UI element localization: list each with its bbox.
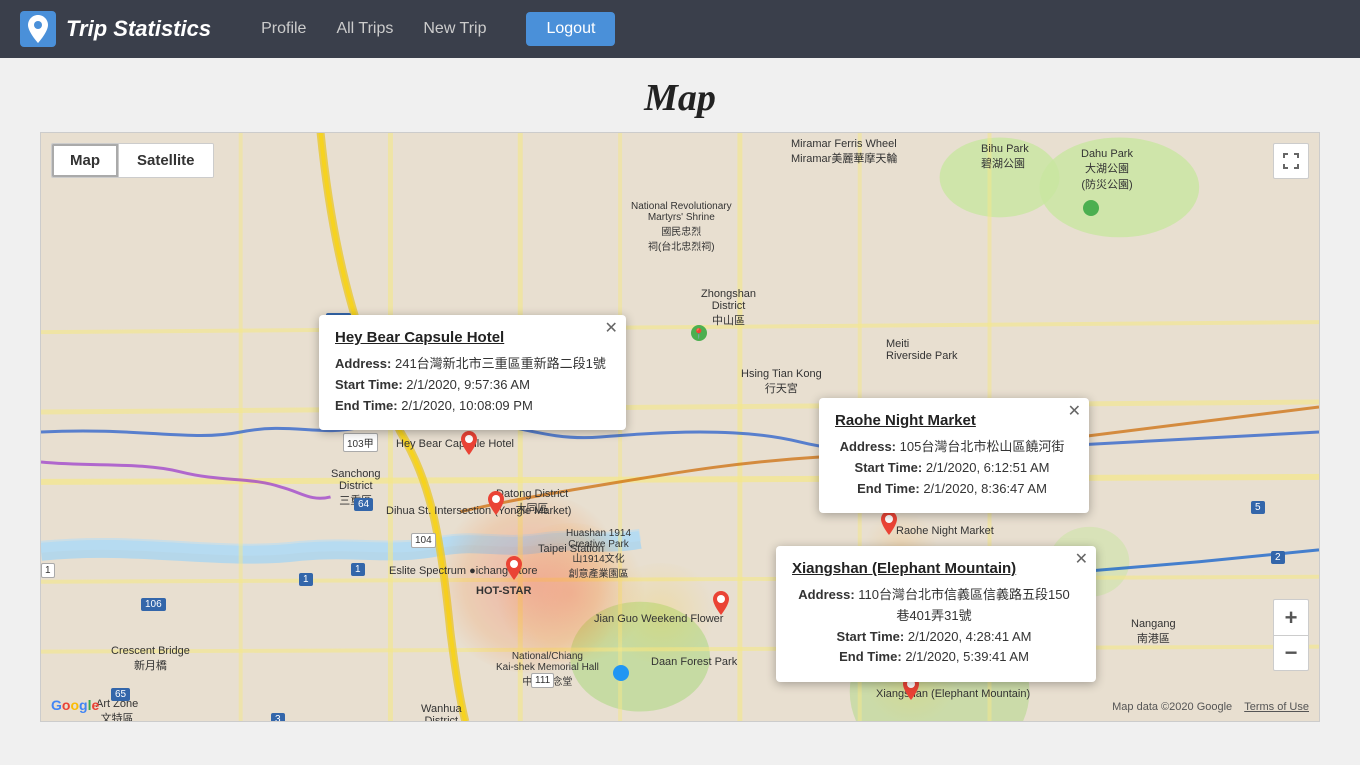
zoom-out-button[interactable]: −	[1273, 635, 1309, 671]
road-111: 111	[531, 673, 554, 688]
zoom-controls: + −	[1273, 599, 1309, 671]
map-type-controls: Map Satellite	[51, 143, 214, 178]
logout-button[interactable]: Logout	[526, 12, 615, 46]
info-window-hey-bear: ✕ Hey Bear Capsule Hotel Address: 241台灣新…	[319, 315, 626, 430]
road-65: 65	[111, 688, 130, 701]
road-3: 3	[271, 713, 285, 721]
road-104: 104	[411, 533, 436, 548]
map-footer: Map data ©2020 Google Terms of Use	[1112, 701, 1309, 713]
info-title-raohe: Raohe Night Market	[835, 412, 1069, 429]
marker-green-2	[1081, 198, 1101, 223]
info-details-hey-bear: Address: 241台灣新北市三重區重新路二段1號 Start Time: …	[335, 354, 606, 416]
pin-hey-bear[interactable]	[457, 431, 481, 463]
info-window-xiangshan: ✕ Xiangshan (Elephant Mountain) Address:…	[776, 546, 1096, 682]
map-background[interactable]: Dahu Park大湖公園(防災公園) Bihu Park碧湖公園 Mirama…	[41, 133, 1319, 721]
terms-link[interactable]: Terms of Use	[1244, 701, 1309, 713]
marker-blue-bag	[611, 663, 631, 688]
road-106: 106	[141, 598, 166, 611]
marker-green-1: 📍	[689, 323, 709, 348]
google-logo: Google	[51, 697, 99, 713]
nav-all-trips[interactable]: All Trips	[336, 20, 393, 38]
road-103: 103甲	[343, 433, 378, 452]
nav-profile[interactable]: Profile	[261, 20, 306, 38]
map-copyright: Map data ©2020 Google	[1112, 701, 1232, 713]
map-type-satellite[interactable]: Satellite	[118, 144, 213, 177]
road-1c: 1	[41, 563, 55, 578]
map-svg	[41, 133, 1319, 721]
map-container: Dahu Park大湖公園(防災公園) Bihu Park碧湖公園 Mirama…	[40, 132, 1320, 722]
pin-raohe[interactable]	[877, 511, 901, 543]
pin-dihua[interactable]	[484, 491, 508, 523]
info-title-hey-bear: Hey Bear Capsule Hotel	[335, 329, 606, 346]
info-window-raohe: ✕ Raohe Night Market Address: 105台灣台北市松山…	[819, 398, 1089, 513]
info-details-raohe: Address: 105台灣台北市松山區饒河街 Start Time: 2/1/…	[835, 437, 1069, 499]
road-64: 64	[354, 498, 373, 511]
brand-icon	[20, 11, 56, 47]
close-xiangshan[interactable]: ✕	[1075, 552, 1088, 568]
pin-hotstar[interactable]	[502, 556, 526, 588]
pin-jian-guo[interactable]	[709, 591, 733, 623]
brand-link[interactable]: Trip Statistics	[20, 11, 211, 47]
map-type-map[interactable]: Map	[52, 144, 118, 177]
nav-new-trip[interactable]: New Trip	[423, 20, 486, 38]
road-1b: 1	[351, 563, 365, 576]
road-1: 1	[299, 573, 313, 586]
close-raohe[interactable]: ✕	[1068, 404, 1081, 420]
svg-text:📍: 📍	[693, 327, 705, 340]
zoom-in-button[interactable]: +	[1273, 599, 1309, 635]
info-details-xiangshan: Address: 110台灣台北市信義區信義路五段150巷401弄31號 Sta…	[792, 585, 1076, 668]
close-hey-bear[interactable]: ✕	[605, 321, 618, 337]
road-2: 2	[1271, 551, 1285, 564]
info-title-xiangshan: Xiangshan (Elephant Mountain)	[792, 560, 1076, 577]
fullscreen-button[interactable]	[1273, 143, 1309, 179]
road-5: 5	[1251, 501, 1265, 514]
brand-text: Trip Statistics	[66, 16, 211, 42]
navbar: Trip Statistics Profile All Trips New Tr…	[0, 0, 1360, 58]
page-title: Map	[0, 58, 1360, 132]
